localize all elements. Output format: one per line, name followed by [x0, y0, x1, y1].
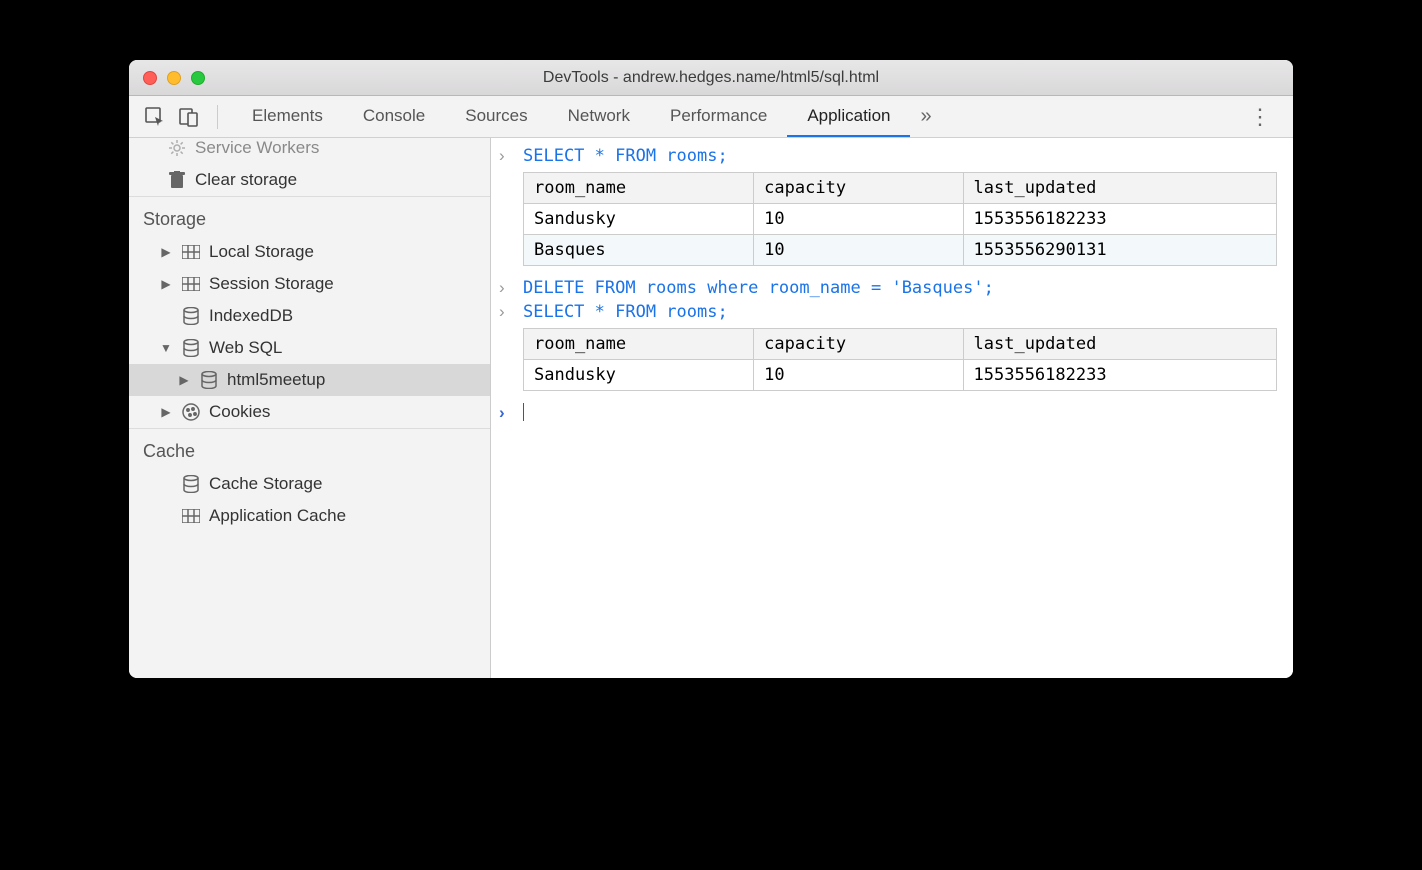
- sidebar-group-storage: Storage: [129, 196, 490, 236]
- chevron-right-icon: ▶: [159, 405, 173, 419]
- result-table: room_name capacity last_updated Sandusky…: [523, 172, 1277, 266]
- table-cell: 1553556182233: [963, 204, 1276, 235]
- sidebar-item-label: Session Storage: [209, 274, 334, 294]
- sidebar-item-label: Cookies: [209, 402, 270, 422]
- table-row[interactable]: Sandusky 10 1553556182233: [524, 360, 1277, 391]
- traffic-lights: [129, 71, 205, 85]
- sql-statement: SELECT * FROM rooms;: [523, 146, 728, 166]
- sidebar-item-label: Service Workers: [195, 138, 319, 158]
- sidebar-item-label: Local Storage: [209, 242, 314, 262]
- table-header: room_name: [524, 173, 754, 204]
- console-query-row: › SELECT * FROM rooms;: [491, 300, 1293, 324]
- tab-sources[interactable]: Sources: [445, 96, 547, 137]
- maximize-icon[interactable]: [191, 71, 205, 85]
- table-cell: 10: [754, 235, 963, 266]
- panel-body: Service Workers Clear storage Storage ▶ …: [129, 138, 1293, 678]
- sidebar-item-label: Clear storage: [195, 170, 297, 190]
- table-cell: Sandusky: [524, 360, 754, 391]
- sidebar-item-cache-storage[interactable]: Cache Storage: [129, 468, 490, 500]
- sidebar-item-local-storage[interactable]: ▶ Local Storage: [129, 236, 490, 268]
- sidebar-item-indexeddb[interactable]: IndexedDB: [129, 300, 490, 332]
- output-arrow-icon: ›: [499, 302, 515, 322]
- sidebar-item-service-workers[interactable]: Service Workers: [129, 138, 490, 164]
- database-icon: [181, 475, 201, 493]
- table-icon: [181, 277, 201, 291]
- chevron-right-icon: ▶: [159, 245, 173, 259]
- table-header: last_updated: [963, 329, 1276, 360]
- console-query-row: › DELETE FROM rooms where room_name = 'B…: [491, 276, 1293, 300]
- table-row[interactable]: Basques 10 1553556290131: [524, 235, 1277, 266]
- result-table: room_name capacity last_updated Sandusky…: [523, 328, 1277, 391]
- table-header: room_name: [524, 329, 754, 360]
- table-cell: 10: [754, 360, 963, 391]
- close-icon[interactable]: [143, 71, 157, 85]
- input-arrow-icon: ›: [499, 403, 515, 423]
- cookie-icon: [181, 403, 201, 421]
- inspect-element-icon[interactable]: [141, 103, 169, 131]
- sql-statement: SELECT * FROM rooms;: [523, 302, 728, 322]
- chevron-right-icon: ▶: [177, 373, 191, 387]
- table-icon: [181, 509, 201, 523]
- toolbar-separator: [217, 105, 218, 129]
- table-header: capacity: [754, 329, 963, 360]
- sidebar-item-cookies[interactable]: ▶ Cookies: [129, 396, 490, 428]
- trash-icon: [167, 171, 187, 189]
- sidebar-item-label: Cache Storage: [209, 474, 322, 494]
- titlebar: DevTools - andrew.hedges.name/html5/sql.…: [129, 60, 1293, 96]
- database-icon: [181, 307, 201, 325]
- sidebar-item-websql[interactable]: ▼ Web SQL: [129, 332, 490, 364]
- table-cell: Basques: [524, 235, 754, 266]
- table-cell: 10: [754, 204, 963, 235]
- tab-performance[interactable]: Performance: [650, 96, 787, 137]
- sql-statement: DELETE FROM rooms where room_name = 'Bas…: [523, 278, 994, 298]
- chevron-right-icon: ▶: [159, 277, 173, 291]
- sidebar-item-clear-storage[interactable]: Clear storage: [129, 164, 490, 196]
- sidebar-item-label: Web SQL: [209, 338, 282, 358]
- sidebar: Service Workers Clear storage Storage ▶ …: [129, 138, 491, 678]
- tab-network[interactable]: Network: [548, 96, 650, 137]
- kebab-menu-icon[interactable]: ⋮: [1239, 104, 1281, 130]
- database-icon: [199, 371, 219, 389]
- output-arrow-icon: ›: [499, 278, 515, 298]
- table-header: last_updated: [963, 173, 1276, 204]
- tab-application[interactable]: Application: [787, 96, 910, 137]
- sidebar-item-label: IndexedDB: [209, 306, 293, 326]
- sidebar-item-label: Application Cache: [209, 506, 346, 526]
- device-toolbar-icon[interactable]: [175, 103, 203, 131]
- tab-console[interactable]: Console: [343, 96, 445, 137]
- minimize-icon[interactable]: [167, 71, 181, 85]
- devtools-window: DevTools - andrew.hedges.name/html5/sql.…: [129, 60, 1293, 678]
- database-icon: [181, 339, 201, 357]
- more-tabs-icon[interactable]: »: [910, 96, 941, 137]
- sidebar-item-label: html5meetup: [227, 370, 325, 390]
- table-row[interactable]: Sandusky 10 1553556182233: [524, 204, 1277, 235]
- table-cell: 1553556290131: [963, 235, 1276, 266]
- table-cell: Sandusky: [524, 204, 754, 235]
- window-title: DevTools - andrew.hedges.name/html5/sql.…: [129, 69, 1293, 87]
- table-header: capacity: [754, 173, 963, 204]
- toolbar: Elements Console Sources Network Perform…: [129, 96, 1293, 138]
- table-icon: [181, 245, 201, 259]
- console-input-row[interactable]: ›: [491, 401, 1293, 425]
- output-arrow-icon: ›: [499, 146, 515, 166]
- sidebar-group-cache: Cache: [129, 428, 490, 468]
- text-cursor: [523, 403, 524, 421]
- console-query-row: › SELECT * FROM rooms;: [491, 144, 1293, 168]
- table-cell: 1553556182233: [963, 360, 1276, 391]
- sql-console[interactable]: › SELECT * FROM rooms; room_name capacit…: [491, 138, 1293, 678]
- sidebar-item-html5meetup[interactable]: ▶ html5meetup: [129, 364, 490, 396]
- sidebar-item-session-storage[interactable]: ▶ Session Storage: [129, 268, 490, 300]
- chevron-down-icon: ▼: [159, 341, 173, 355]
- gear-icon: [167, 139, 187, 157]
- tab-elements[interactable]: Elements: [232, 96, 343, 137]
- sidebar-item-application-cache[interactable]: Application Cache: [129, 500, 490, 532]
- tab-strip: Elements Console Sources Network Perform…: [232, 96, 1233, 137]
